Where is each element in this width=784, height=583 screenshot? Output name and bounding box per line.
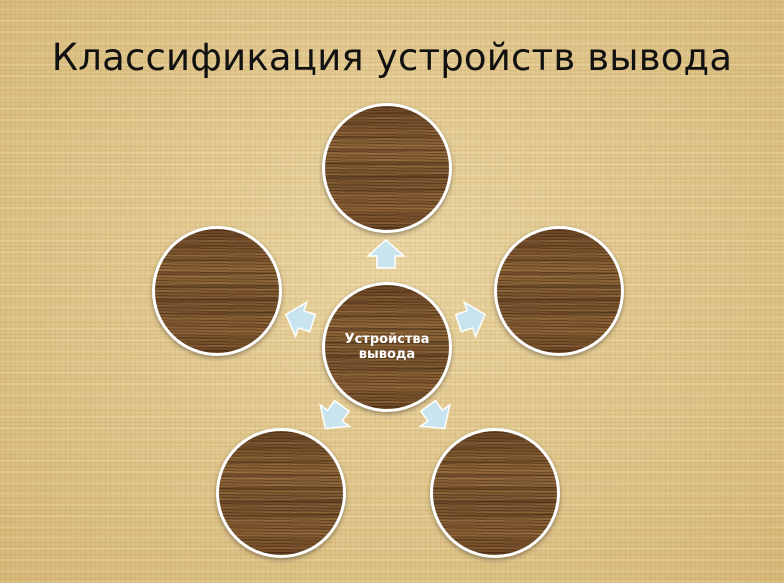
node-left [152,226,282,356]
node-bottom-left [216,428,346,558]
node-bottom-right [430,428,560,558]
arrow-to-left [284,300,317,339]
arrow-to-top [366,238,406,269]
node-center: Устройства вывода [322,282,452,412]
node-top [322,103,452,233]
node-right [494,226,624,356]
center-label-line1: Устройства [344,332,430,347]
center-label-line2: вывода [358,347,416,362]
slide-canvas: Классификация устройств вывода Устройств… [0,0,784,583]
center-label: Устройства вывода [325,285,449,409]
arrow-to-right [454,300,487,339]
